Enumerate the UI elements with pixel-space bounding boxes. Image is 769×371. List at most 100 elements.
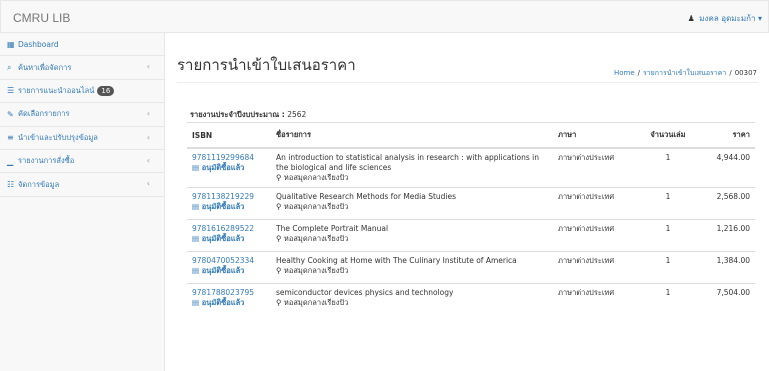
isbn-cell: 9781616289522 ▤ อนุมัติซื้อแล้ว [187,219,271,252]
chevron-left-icon: ‹ [146,132,150,142]
list-icon: ▤ [192,163,202,172]
breadcrumb-section[interactable]: รายการนำเข้าใบเสนอราคา [643,69,726,77]
chevron-left-icon: ‹ [146,179,150,189]
price-cell: 1,216.00 [699,219,755,252]
brand-logo-text[interactable]: CMRU LIB [13,11,70,25]
sidebar-item-select-items[interactable]: ✎ คัดเลือกรายการ ‹ [0,103,164,127]
table-row: 9780470052334 ▤ อนุมัติซื้อแล้ว Healthy … [187,251,755,284]
location-label: หอสมุดกลางเรียงปัว [283,173,349,182]
language-cell: ภาษาต่างประเทศ [553,219,637,252]
quantity-cell: 1 [637,147,699,188]
item-location: ⚲ หอสมุดกลางเรียงปัว [276,173,548,183]
approved-label: อนุมัติซื้อแล้ว [201,163,245,172]
approved-status: ▤ อนุมัติซื้อแล้ว [192,234,266,244]
item-title: The Complete Portrait Manual [276,224,389,233]
location-label: หอสมุดกลางเรียงปัว [283,298,349,307]
location-label: หอสมุดกลางเรียงปัว [283,266,349,275]
list-icon: ▤ [192,202,202,211]
location-label: หอสมุดกลางเรียงปัว [283,234,349,243]
sidebar-item-label: คัดเลือกรายการ [18,109,70,119]
table-row: 9781138219229 ▤ อนุมัติซื้อแล้ว Qualitat… [187,187,755,220]
map-marker-icon: ⚲ [276,234,284,243]
chevron-left-icon: ‹ [146,109,150,119]
header-language: ภาษา [553,122,637,149]
report-year-value: 2562 [287,110,307,119]
table-row: 9781119299684 ▤ อนุมัติซื้อแล้ว An intro… [187,147,755,188]
item-title: Qualitative Research Methods for Media S… [276,192,457,201]
isbn-link[interactable]: 9781616289522 [192,224,266,234]
sidebar-item-label: รายการแนะนำออนไลน์ [18,85,95,95]
breadcrumb-separator: / [729,69,732,77]
quantity-cell: 1 [637,251,699,284]
page-title: รายการนำเข้าใบเสนอราคา [177,56,356,74]
quantity-cell: 1 [637,187,699,220]
isbn-link[interactable]: 9781138219229 [192,192,266,202]
caret-down-icon: ▾ [757,14,762,23]
header-isbn: ISBN [187,122,271,149]
map-marker-icon: ⚲ [276,202,284,211]
language-cell: ภาษาต่างประเทศ [553,147,637,188]
title-cell: An introduction to statistical analysis … [271,147,553,188]
language-cell: ภาษาต่างประเทศ [553,251,637,284]
breadcrumb-separator: / [637,69,640,77]
list-icon: ▤ [192,298,202,307]
language-cell: ภาษาต่างประเทศ [553,283,637,316]
sidebar-item-search-manage[interactable]: ⌕ ค้นหาเพื่อจัดการ ‹ [0,56,164,80]
sidebar: ▦ Dashboard ⌕ ค้นหาเพื่อจัดการ ‹ ☰ รายกา… [0,33,165,371]
location-label: หอสมุดกลางเรียงปัว [283,202,349,211]
isbn-cell: 9781119299684 ▤ อนุมัติซื้อแล้ว [187,147,271,188]
header-quantity: จำนวนเล่ม [637,122,699,149]
table-row: 9781788023795 ▤ อนุมัติซื้อแล้ว semicond… [187,283,755,316]
approved-label: อนุมัติซื้อแล้ว [201,234,245,243]
count-badge: 16 [97,85,115,96]
title-cell: semiconductor devices physics and techno… [271,283,553,316]
chevron-left-icon: ‹ [146,62,150,72]
price-cell: 7,504.00 [699,283,755,316]
database-icon: ≡ [7,133,14,143]
sidebar-item-label: รายงานการสั่งซื้อ [18,156,75,166]
list-icon: ▤ [192,234,202,243]
isbn-link[interactable]: 9780470052334 [192,256,266,266]
item-location: ⚲ หอสมุดกลางเรียงปัว [276,234,548,244]
title-cell: Healthy Cooking at Home with The Culinar… [271,251,553,284]
isbn-cell: 9781138219229 ▤ อนุมัติซื้อแล้ว [187,187,271,220]
approved-label: อนุมัติซื้อแล้ว [201,266,245,275]
approved-status: ▤ อนุมัติซื้อแล้ว [192,202,266,212]
table-header-row: ISBN ชื่อรายการ ภาษา จำนวนเล่ม ราคา [187,122,755,149]
report-year-caption: รายงานประจำปีงบประมาณ : [190,110,285,119]
item-title: An introduction to statistical analysis … [276,153,539,172]
quantity-cell: 1 [637,283,699,316]
item-location: ⚲ หอสมุดกลางเรียงปัว [276,298,548,308]
edit-icon: ✎ [7,109,14,119]
isbn-link[interactable]: 9781119299684 [192,153,266,163]
item-location: ⚲ หอสมุดกลางเรียงปัว [276,202,548,212]
approved-label: อนุมัติซื้อแล้ว [201,298,245,307]
sidebar-item-order-reports[interactable]: ▁ รายงานการสั่งซื้อ ‹ [0,150,164,174]
sidebar-item-data-management[interactable]: ☷ จัดการข้อมูล ‹ [0,173,164,197]
breadcrumb-current: 00307 [734,69,757,77]
top-navbar: CMRU LIB ♟ มงคล อุดมะมก้า ▾ [0,0,769,33]
table-row: 9781616289522 ▤ อนุมัติซื้อแล้ว The Comp… [187,219,755,252]
chevron-left-icon: ‹ [146,155,150,165]
isbn-cell: 9780470052334 ▤ อนุมัติซื้อแล้ว [187,251,271,284]
price-cell: 2,568.00 [699,187,755,220]
list-icon: ▤ [192,266,202,275]
isbn-link[interactable]: 9781788023795 [192,288,266,298]
sidebar-item-label: Dashboard [18,39,59,49]
sidebar-item-label: จัดการข้อมูล [18,179,60,189]
sidebar-item-dashboard[interactable]: ▦ Dashboard [0,33,164,57]
quantity-cell: 1 [637,219,699,252]
price-cell: 1,384.00 [699,251,755,284]
user-menu[interactable]: ♟ มงคล อุดมะมก้า ▾ [688,12,762,25]
isbn-cell: 9781788023795 ▤ อนุมัติซื้อแล้ว [187,283,271,316]
title-divider [177,82,758,83]
price-cell: 4,944.00 [699,147,755,188]
item-title: semiconductor devices physics and techno… [276,288,454,297]
breadcrumb: Home / รายการนำเข้าใบเสนอราคา/00307 [614,68,757,79]
sidebar-item-online-recommendations[interactable]: ☰ รายการแนะนำออนไลน์ 16 [0,80,164,104]
sidebar-item-import-update[interactable]: ≡ นำเข้าและปรับปรุงข้อมูล ‹ [0,127,164,150]
search-icon: ⌕ [7,62,12,72]
user-icon: ♟ [687,14,695,23]
item-title: Healthy Cooking at Home with The Culinar… [276,256,517,265]
breadcrumb-home[interactable]: Home [614,69,635,77]
